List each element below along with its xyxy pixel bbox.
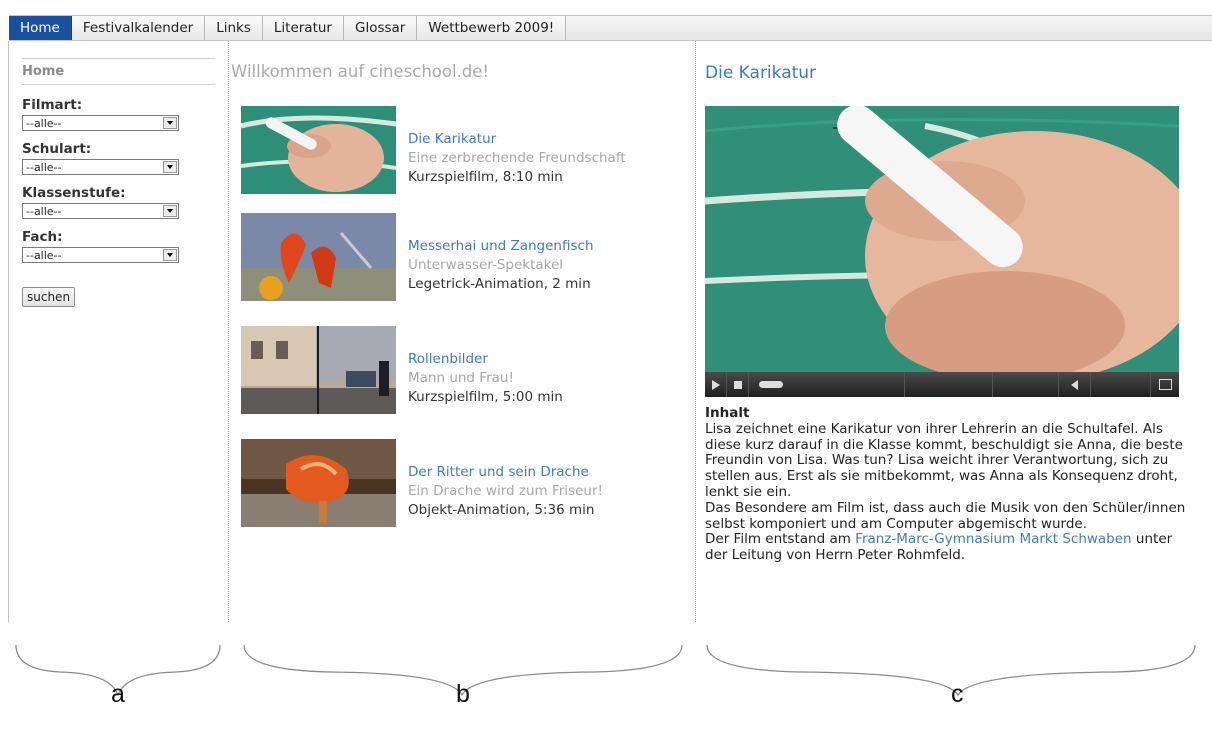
region-label-b: b <box>456 680 470 708</box>
play-icon[interactable] <box>705 372 727 397</box>
filter-sidebar: Home Filmart: --alle-- Schulart: --alle-… <box>22 58 215 307</box>
film-title-link[interactable]: Der Ritter und sein Drache <box>408 463 603 482</box>
film-thumbnail[interactable] <box>241 213 396 301</box>
description-paragraph: Lisa zeichnet eine Karikatur von ihrer L… <box>705 420 1183 500</box>
film-item[interactable]: Die Karikatur Eine zerbrechende Freundsc… <box>241 106 681 194</box>
film-text: Die Karikatur Eine zerbrechende Freundsc… <box>408 130 626 187</box>
film-subtitle: Eine zerbrechende Freundschaft <box>408 150 626 166</box>
volume-icon[interactable] <box>1059 372 1091 397</box>
seek-bar[interactable] <box>749 372 1059 397</box>
school-link[interactable]: Franz-Marc-Gymnasium Markt Schwaben <box>855 531 1131 547</box>
tab-home[interactable]: Home <box>9 16 72 40</box>
film-thumbnail[interactable] <box>241 326 396 414</box>
detail-title: Die Karikatur <box>705 63 817 83</box>
film-meta: Legetrick-Animation, 2 min <box>408 276 591 292</box>
welcome-heading: Willkommen auf cineschool.de! <box>231 62 490 81</box>
film-subtitle: Mann und Frau! <box>408 370 514 386</box>
search-button[interactable]: suchen <box>22 287 76 307</box>
column-divider-2 <box>695 41 696 622</box>
filter-label: Klassenstufe: <box>22 185 126 201</box>
film-description: Inhalt Lisa zeichnet eine Karikatur von … <box>705 405 1195 564</box>
film-item[interactable]: Messerhai und Zangenfisch Unterwasser-Sp… <box>241 213 681 301</box>
film-subtitle: Ein Drache wird zum Friseur! <box>408 483 603 499</box>
film-title-link[interactable]: Messerhai und Zangenfisch <box>408 237 594 256</box>
film-meta: Kurzspielfilm, 5:00 min <box>408 389 563 405</box>
filter-schulart: Schulart: --alle-- <box>22 141 215 175</box>
tab-links[interactable]: Links <box>205 16 263 40</box>
filter-fach: Fach: --alle-- <box>22 229 215 263</box>
film-thumbnail[interactable] <box>241 439 396 527</box>
top-navigation: Home Festivalkalender Links Literatur Gl… <box>9 15 1212 41</box>
region-label-a: a <box>111 680 125 708</box>
fullscreen-icon[interactable] <box>1151 372 1179 397</box>
tab-glossar[interactable]: Glossar <box>343 16 418 40</box>
chevron-down-icon[interactable] <box>163 205 177 217</box>
film-title-link[interactable]: Rollenbilder <box>408 350 563 369</box>
film-meta: Objekt-Animation, 5:36 min <box>408 502 595 518</box>
select-value: --alle-- <box>26 248 62 262</box>
filter-label: Schulart: <box>22 141 92 157</box>
film-text: Der Ritter und sein Drache Ein Drache wi… <box>408 463 603 520</box>
film-title-link[interactable]: Die Karikatur <box>408 130 626 149</box>
select-value: --alle-- <box>26 116 62 130</box>
stop-icon[interactable] <box>727 372 749 397</box>
description-paragraph: Der Film entstand am Franz-Marc-Gymnasiu… <box>705 531 1195 564</box>
content-heading: Inhalt <box>705 405 750 421</box>
select-value: --alle-- <box>26 204 62 218</box>
region-label-c: c <box>951 680 964 708</box>
paragraph-text: Der Film entstand am <box>705 531 856 548</box>
filter-klassenstufe: Klassenstufe: --alle-- <box>22 185 215 219</box>
film-item[interactable]: Der Ritter und sein Drache Ein Drache wi… <box>241 439 681 527</box>
select-value: --alle-- <box>26 160 62 174</box>
filmart-select[interactable]: --alle-- <box>22 115 179 131</box>
region-braces <box>15 644 1196 697</box>
nav-filler <box>566 16 1212 40</box>
film-thumbnail[interactable] <box>241 106 396 194</box>
film-text: Rollenbilder Mann und Frau! Kurzspielfil… <box>408 350 563 407</box>
video-controls <box>705 372 1179 397</box>
chevron-down-icon[interactable] <box>163 117 177 129</box>
tab-festivalkalender[interactable]: Festivalkalender <box>71 16 206 40</box>
seek-divider <box>904 372 905 397</box>
column-divider-1 <box>228 41 229 622</box>
seek-handle[interactable] <box>759 381 783 388</box>
chevron-down-icon[interactable] <box>163 161 177 173</box>
tab-literatur[interactable]: Literatur <box>262 16 344 40</box>
tab-wettbewerb-2009[interactable]: Wettbewerb 2009! <box>417 16 567 40</box>
left-border <box>8 41 9 622</box>
volume-bar[interactable] <box>1091 372 1151 397</box>
film-item[interactable]: Rollenbilder Mann und Frau! Kurzspielfil… <box>241 326 681 414</box>
schulart-select[interactable]: --alle-- <box>22 159 179 175</box>
fach-select[interactable]: --alle-- <box>22 247 179 263</box>
video-frame[interactable] <box>705 106 1179 372</box>
filter-filmart: Filmart: --alle-- <box>22 97 215 131</box>
description-paragraph: Das Besondere am Film ist, dass auch die… <box>705 499 1186 532</box>
filter-label: Fach: <box>22 229 63 245</box>
film-meta: Kurzspielfilm, 8:10 min <box>408 169 563 185</box>
chevron-down-icon[interactable] <box>163 249 177 261</box>
seek-divider <box>992 372 993 397</box>
klassenstufe-select[interactable]: --alle-- <box>22 203 179 219</box>
sidebar-title: Home <box>22 58 215 85</box>
filter-label: Filmart: <box>22 97 83 113</box>
film-text: Messerhai und Zangenfisch Unterwasser-Sp… <box>408 237 594 294</box>
film-subtitle: Unterwasser-Spektakel <box>408 257 564 273</box>
